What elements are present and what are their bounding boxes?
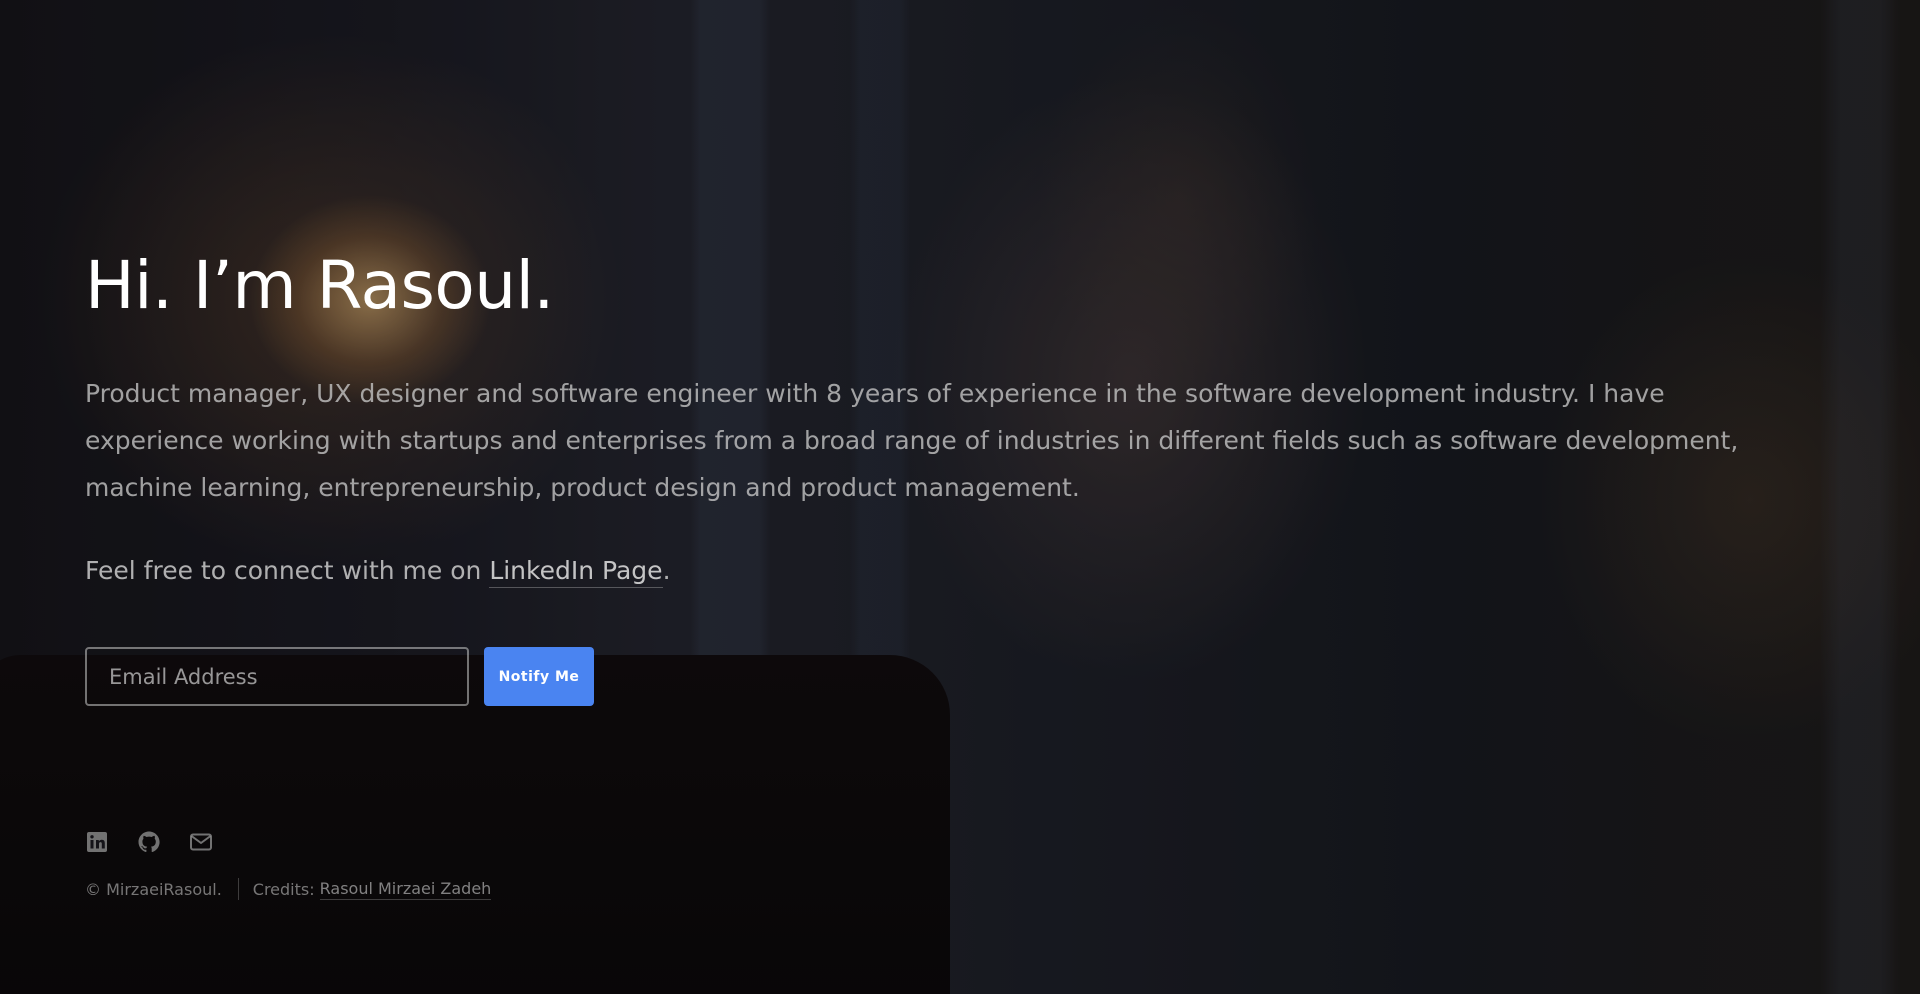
footer-divider xyxy=(237,878,239,900)
page: Hi. I’m Rasoul. Product manager, UX desi… xyxy=(0,0,1920,994)
connect-suffix: . xyxy=(662,556,671,585)
github-icon[interactable] xyxy=(137,830,161,854)
notify-form: Notify Me xyxy=(85,647,594,706)
footer: © MirzaeiRasoul. Credits: Rasoul Mirzaei… xyxy=(85,878,492,900)
intro-text: Product manager, UX designer and softwar… xyxy=(85,379,1739,502)
credits-label: Credits: xyxy=(252,879,315,899)
connect-text: Feel free to connect with me on LinkedIn… xyxy=(85,551,1805,591)
credits-link[interactable]: Rasoul Mirzaei Zadeh xyxy=(319,879,492,900)
linkedin-page-link[interactable]: LinkedIn Page xyxy=(489,556,663,588)
linkedin-icon[interactable] xyxy=(85,830,109,854)
copyright-text: © MirzaeiRasoul. xyxy=(85,879,222,899)
hero-section: Hi. I’m Rasoul. Product manager, UX desi… xyxy=(85,240,1805,591)
envelope-icon[interactable] xyxy=(189,830,213,854)
notify-me-button[interactable]: Notify Me xyxy=(484,647,594,706)
connect-prefix: Feel free to connect with me on xyxy=(85,556,490,585)
social-links xyxy=(85,830,213,854)
page-title: Hi. I’m Rasoul. xyxy=(85,247,554,324)
email-input[interactable] xyxy=(85,647,469,706)
